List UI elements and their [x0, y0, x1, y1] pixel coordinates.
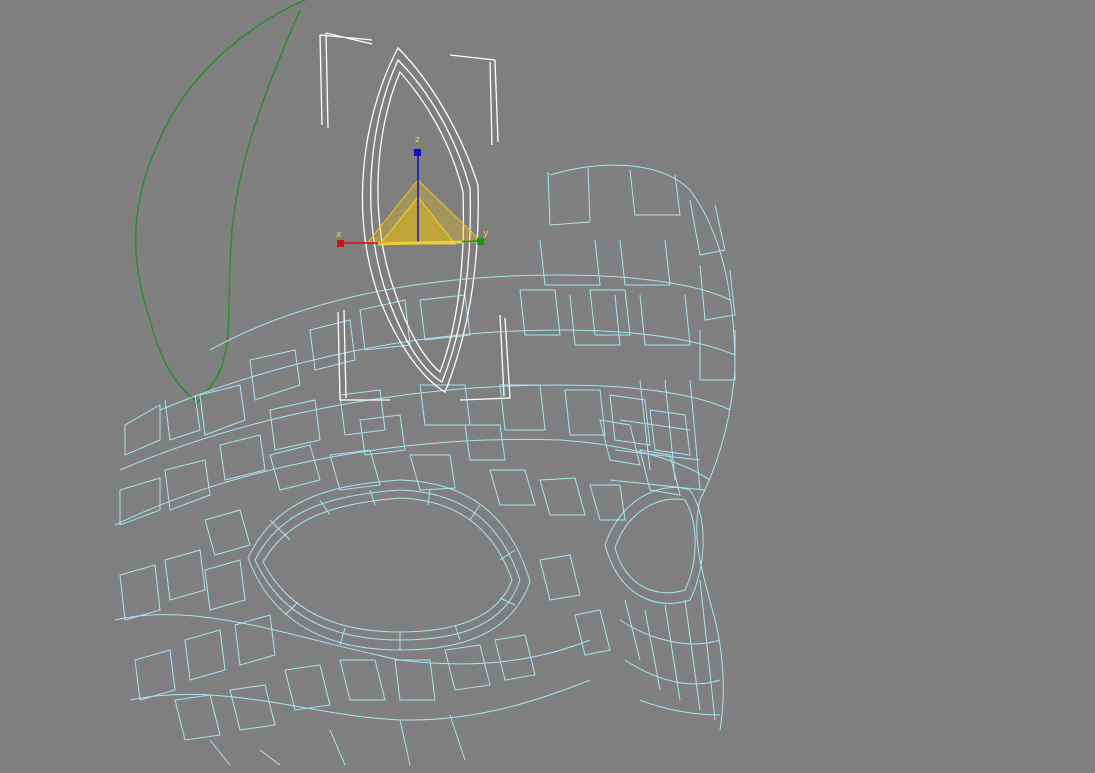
- gizmo-highlight-line: [377, 240, 463, 246]
- gizmo-y-handle[interactable]: [477, 238, 484, 245]
- gizmo-x-handle[interactable]: [337, 240, 344, 247]
- mask-wireframe-mesh[interactable]: [114, 164, 736, 766]
- viewport-perspective[interactable]: z x y: [0, 0, 1095, 773]
- scene-canvas[interactable]: z x y: [0, 0, 1095, 773]
- gizmo-x-label: x: [336, 230, 342, 240]
- gizmo-z-handle[interactable]: [414, 149, 421, 156]
- gizmo-y-label: y: [483, 229, 489, 239]
- gizmo-z-label: z: [415, 135, 420, 145]
